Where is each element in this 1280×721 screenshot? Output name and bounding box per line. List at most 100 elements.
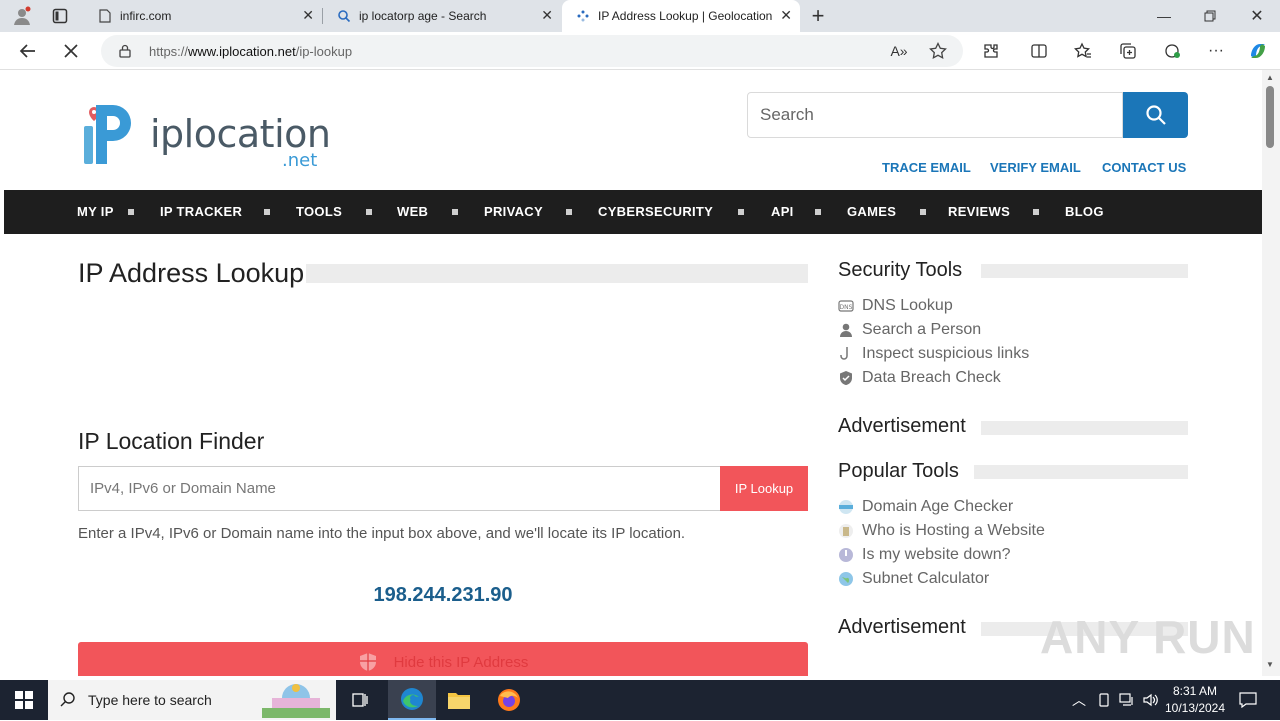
- url-text: https://www.iplocation.net/ip-lookup: [149, 44, 353, 59]
- nav-separator: [920, 209, 926, 215]
- web-page: iplocation .net Search TRACE EMAIL VERIF…: [4, 70, 1262, 676]
- taskbar-search-box[interactable]: Type here to search: [48, 680, 336, 720]
- verify-email-link[interactable]: VERIFY EMAIL: [990, 160, 1081, 175]
- nav-blog[interactable]: BLOG: [1065, 204, 1104, 219]
- tab-label: ip locatorp age - Search: [359, 9, 487, 23]
- nav-separator: [815, 209, 821, 215]
- hide-ip-button[interactable]: Hide this IP Address: [78, 642, 808, 676]
- windows-start-icon[interactable]: [10, 686, 38, 714]
- tab-actions-icon[interactable]: [46, 2, 74, 30]
- tab-search[interactable]: ip locatorp age - Search ✕: [323, 0, 561, 32]
- popular-tools-title: Popular Tools: [838, 460, 959, 482]
- link-label: Who is Hosting a Website: [862, 522, 1045, 539]
- ip-lookup-button[interactable]: IP Lookup: [720, 466, 808, 511]
- sidebar-link-search-person[interactable]: Search a Person: [838, 321, 981, 339]
- file-explorer-icon[interactable]: [445, 686, 473, 714]
- person-icon: [838, 322, 854, 338]
- sidebar-link-website-down[interactable]: Is my website down?: [838, 546, 1011, 564]
- title-divider: [306, 264, 808, 283]
- stop-loading-icon[interactable]: [57, 37, 85, 65]
- restore-icon[interactable]: [1196, 2, 1224, 30]
- page-title: IP Address Lookup: [78, 258, 305, 288]
- finder-title: IP Location Finder: [78, 428, 265, 454]
- profile-icon[interactable]: [8, 2, 36, 30]
- ip-lookup-input[interactable]: IPv4, IPv6 or Domain Name: [78, 466, 720, 511]
- nav-privacy[interactable]: PRIVACY: [484, 204, 543, 219]
- sidebar-link-breach-check[interactable]: Data Breach Check: [838, 369, 1001, 387]
- scroll-up-icon[interactable]: ▲: [1266, 73, 1274, 82]
- sidebar-divider: [981, 421, 1188, 435]
- nav-web[interactable]: WEB: [397, 204, 428, 219]
- favorites-icon[interactable]: [1069, 37, 1097, 65]
- taskbar-search-placeholder: Type here to search: [88, 692, 212, 708]
- nav-cybersecurity[interactable]: CYBERSECURITY: [598, 204, 713, 219]
- edge-icon: [401, 688, 423, 710]
- window-close-icon[interactable]: ✕: [1243, 2, 1271, 30]
- loading-icon: [576, 9, 590, 23]
- sidebar-link-domain-age[interactable]: Domain Age Checker: [838, 498, 1013, 516]
- hide-ip-label: Hide this IP Address: [393, 653, 529, 671]
- new-tab-icon[interactable]: +: [804, 2, 832, 30]
- back-icon[interactable]: [14, 37, 42, 65]
- main-nav: MY IP IP TRACKER TOOLS WEB PRIVACY CYBER…: [4, 190, 1262, 234]
- address-bar-row: https://www.iplocation.net/ip-lookup A» …: [0, 32, 1280, 70]
- extensions-icon[interactable]: [977, 37, 1005, 65]
- search-placeholder: Search: [760, 105, 814, 124]
- scroll-thumb[interactable]: [1266, 86, 1274, 148]
- favorite-star-icon[interactable]: [924, 37, 952, 65]
- address-field[interactable]: https://www.iplocation.net/ip-lookup A»: [101, 35, 963, 67]
- site-logo[interactable]: iplocation .net: [82, 102, 331, 181]
- sidebar-link-hosting[interactable]: Who is Hosting a Website: [838, 522, 1045, 540]
- close-icon[interactable]: ✕: [541, 7, 553, 24]
- nav-games[interactable]: GAMES: [847, 204, 896, 219]
- globe-icon: [838, 571, 854, 587]
- hook-icon: [838, 346, 854, 362]
- shield-icon: [359, 653, 376, 671]
- close-icon[interactable]: ✕: [302, 7, 314, 24]
- nav-tools[interactable]: TOOLS: [296, 204, 342, 219]
- tab-iplocation[interactable]: IP Address Lookup | Geolocation ✕: [562, 0, 800, 32]
- nav-separator: [366, 209, 372, 215]
- collections-icon[interactable]: [1114, 37, 1142, 65]
- scroll-down-icon[interactable]: ▼: [1266, 660, 1274, 669]
- show-hidden-icons-icon[interactable]: ︿: [1065, 686, 1093, 714]
- sidebar-divider: [981, 264, 1188, 278]
- more-menu-icon[interactable]: ···: [1202, 37, 1230, 65]
- notification-icon[interactable]: [1234, 686, 1262, 714]
- minimize-icon[interactable]: —: [1150, 2, 1178, 30]
- sidebar-link-dns-lookup[interactable]: DNS DNS Lookup: [838, 297, 953, 315]
- nav-separator: [264, 209, 270, 215]
- firefox-icon[interactable]: [495, 686, 523, 714]
- site-search-button[interactable]: [1123, 92, 1188, 138]
- nav-reviews[interactable]: REVIEWS: [948, 204, 1010, 219]
- site-search-input[interactable]: Search: [747, 92, 1123, 138]
- task-view-icon[interactable]: [346, 686, 374, 714]
- svg-text:DNS: DNS: [840, 304, 853, 311]
- split-screen-icon[interactable]: [1025, 37, 1053, 65]
- taskbar-edge-button[interactable]: [388, 680, 436, 720]
- nav-my-ip[interactable]: MY IP: [77, 204, 114, 219]
- help-text: Enter a IPv4, IPv6 or Domain name into t…: [78, 525, 686, 542]
- trace-email-link[interactable]: TRACE EMAIL: [882, 160, 971, 175]
- link-label: Search a Person: [862, 321, 982, 338]
- read-aloud-icon[interactable]: A»: [885, 37, 913, 65]
- nav-api[interactable]: API: [771, 204, 794, 219]
- nav-separator: [452, 209, 458, 215]
- sidebar-divider: [974, 465, 1188, 479]
- tab-infirc[interactable]: infirc.com ✕: [84, 0, 322, 32]
- search-highlight-image: [260, 682, 332, 721]
- nav-ip-tracker[interactable]: IP TRACKER: [160, 204, 242, 219]
- clock-time: 8:31 AM: [1172, 684, 1218, 698]
- contact-us-link[interactable]: CONTACT US: [1102, 160, 1186, 175]
- windows-taskbar: Type here to search ︿ 8:31 AM 10/13/2024: [0, 680, 1280, 720]
- page-scrollbar[interactable]: ▲ ▼: [1262, 70, 1280, 676]
- sidebar-link-subnet-calculator[interactable]: Subnet Calculator: [838, 570, 989, 588]
- sidebar-link-inspect-links[interactable]: Inspect suspicious links: [838, 345, 1029, 363]
- copilot-icon[interactable]: [1244, 37, 1272, 65]
- browser-essentials-icon[interactable]: [1158, 37, 1186, 65]
- close-icon[interactable]: ✕: [780, 7, 792, 24]
- lock-icon[interactable]: [111, 37, 139, 65]
- tab-label: infirc.com: [120, 9, 172, 23]
- logo-subtext: .net: [282, 150, 318, 171]
- taskbar-clock[interactable]: 8:31 AM 10/13/2024: [1160, 683, 1230, 717]
